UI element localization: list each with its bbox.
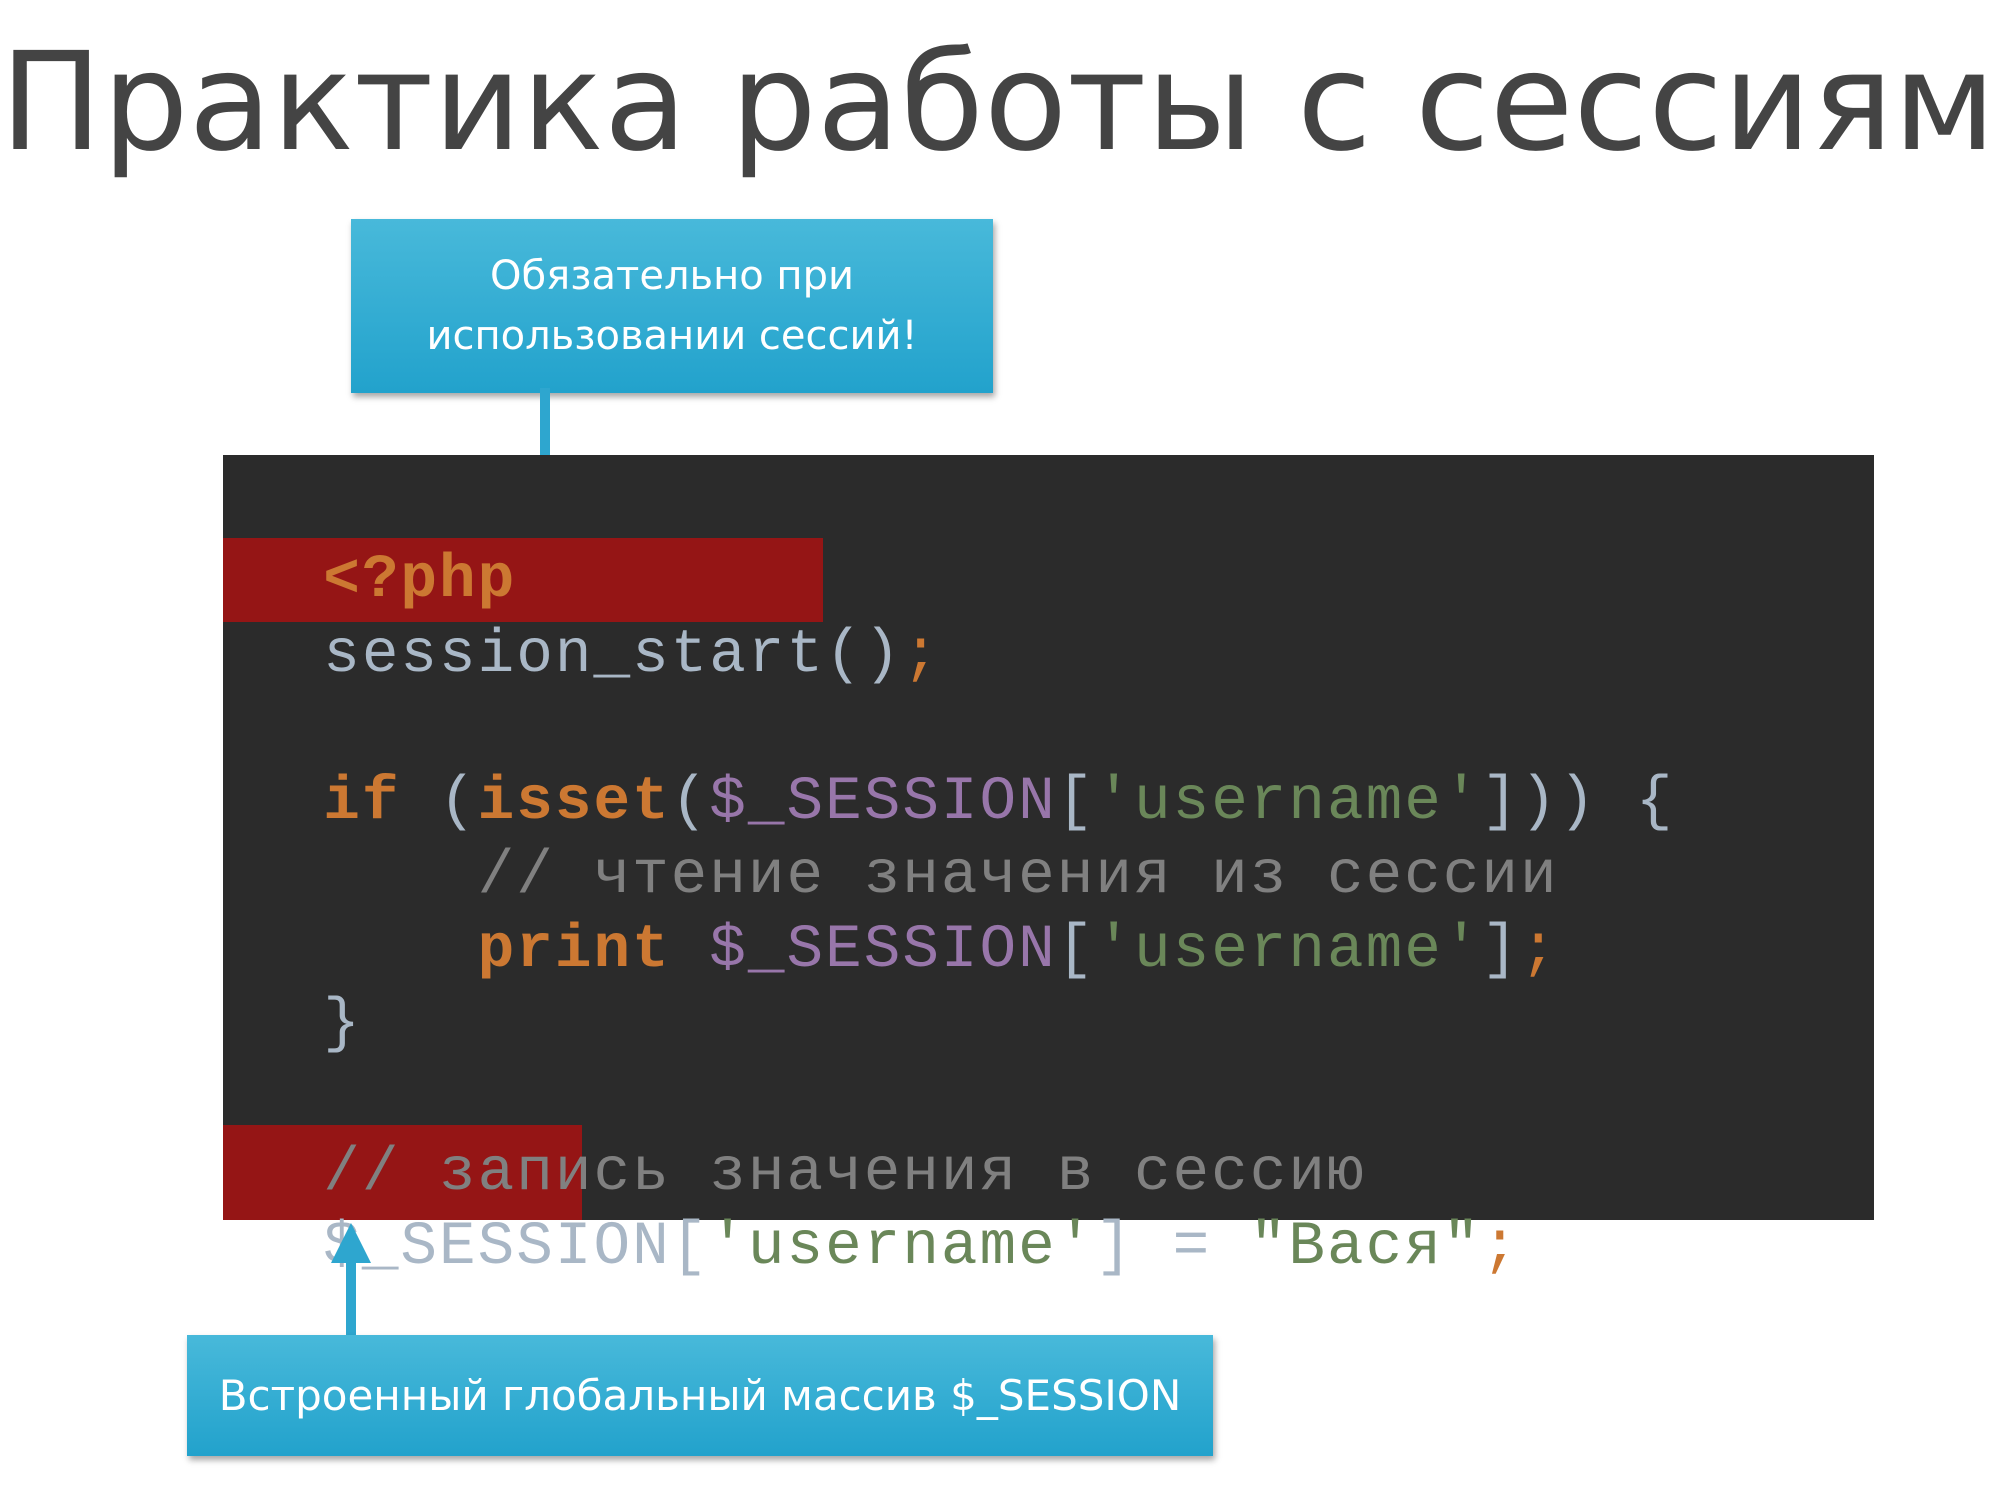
code-line-comment-read: // чтение значения из сессии bbox=[246, 766, 1559, 911]
arrow-up-icon bbox=[331, 1223, 371, 1340]
page-title: Практика работы с сессиями bbox=[0, 24, 2000, 182]
vasya-string: "Вася" bbox=[1249, 1213, 1482, 1282]
code-line-if: if (isset($_SESSION['username'])) { bbox=[323, 768, 1675, 837]
callout-top-line-2: использовании сессий! bbox=[426, 313, 918, 359]
username-string: 'username' bbox=[1095, 916, 1482, 985]
code-line-php-open: <?php bbox=[246, 470, 516, 615]
code-line-print: print $_SESSION['username']; bbox=[477, 916, 1559, 985]
session-start-call: session_start() bbox=[323, 621, 903, 690]
callout-session-array-note: Встроенный глобальный массив $_SESSION bbox=[187, 1335, 1213, 1456]
code-line-comment-write: // запись значения в сессию bbox=[246, 1063, 1366, 1208]
print-keyword: print bbox=[477, 916, 671, 985]
close-brace: } bbox=[323, 990, 362, 1059]
session-variable-highlighted: $_SESSION bbox=[323, 1213, 671, 1282]
username-string: 'username' bbox=[709, 1213, 1096, 1282]
session-variable: $_SESSION bbox=[709, 916, 1057, 985]
code-line-close-brace: } bbox=[246, 914, 362, 1059]
code-line-session-start: session_start(); bbox=[323, 621, 941, 690]
code-line-assign: $_SESSION['username'] = "Вася"; bbox=[323, 1213, 1521, 1282]
callout-bottom-text: Встроенный глобальный массив $_SESSION bbox=[218, 1371, 1182, 1420]
callout-session-start-note: Обязательно при использовании сессий! bbox=[351, 219, 993, 393]
callout-top-line-1: Обязательно при bbox=[490, 253, 854, 299]
